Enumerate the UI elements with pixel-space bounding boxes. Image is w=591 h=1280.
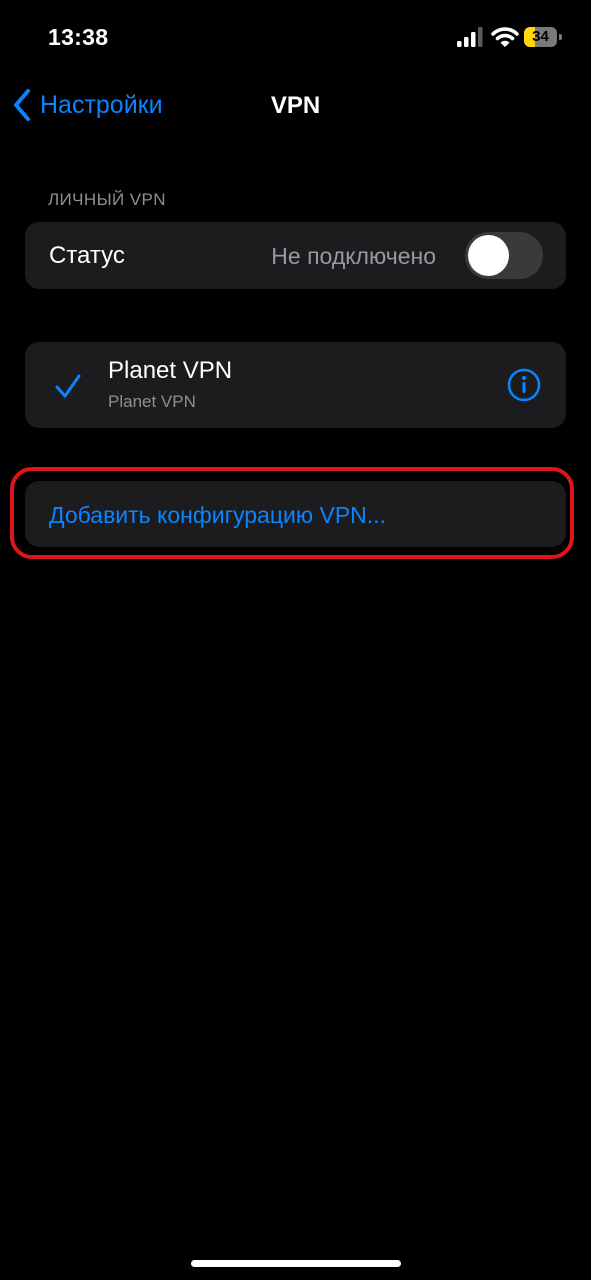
battery-percent: 34 bbox=[532, 28, 549, 45]
navigation-bar: Настройки VPN bbox=[0, 76, 591, 136]
section-header-personal-vpn: ЛИЧНЫЙ VPN bbox=[48, 190, 166, 209]
status-time: 13:38 bbox=[48, 24, 109, 50]
status-label: Статус bbox=[49, 242, 125, 269]
vpn-status-toggle[interactable] bbox=[465, 232, 543, 279]
wifi-icon bbox=[491, 27, 519, 47]
page-title: VPN bbox=[270, 92, 321, 119]
status-value: Не подключено bbox=[271, 243, 436, 269]
battery-nub bbox=[559, 34, 562, 40]
add-vpn-configuration-button[interactable]: Добавить конфигурацию VPN... bbox=[25, 481, 566, 547]
cellular-signal-icon bbox=[457, 27, 483, 47]
vpn-configuration-subtitle: Planet VPN bbox=[108, 392, 196, 411]
vpn-configuration-row[interactable]: Planet VPN Planet VPN bbox=[25, 342, 566, 428]
status-bar: 13:38 34 bbox=[0, 0, 591, 76]
checkmark-icon bbox=[55, 374, 81, 398]
home-indicator[interactable] bbox=[191, 1260, 401, 1267]
battery-body: 34 bbox=[524, 27, 557, 47]
vpn-configuration-name: Planet VPN bbox=[108, 357, 233, 384]
add-vpn-configuration-label: Добавить конфигурацию VPN... bbox=[49, 502, 386, 528]
toggle-knob bbox=[468, 235, 509, 276]
battery-icon: 34 bbox=[524, 27, 562, 47]
info-circle-icon[interactable] bbox=[507, 368, 541, 402]
status-row: Статус Не подключено bbox=[25, 222, 566, 289]
